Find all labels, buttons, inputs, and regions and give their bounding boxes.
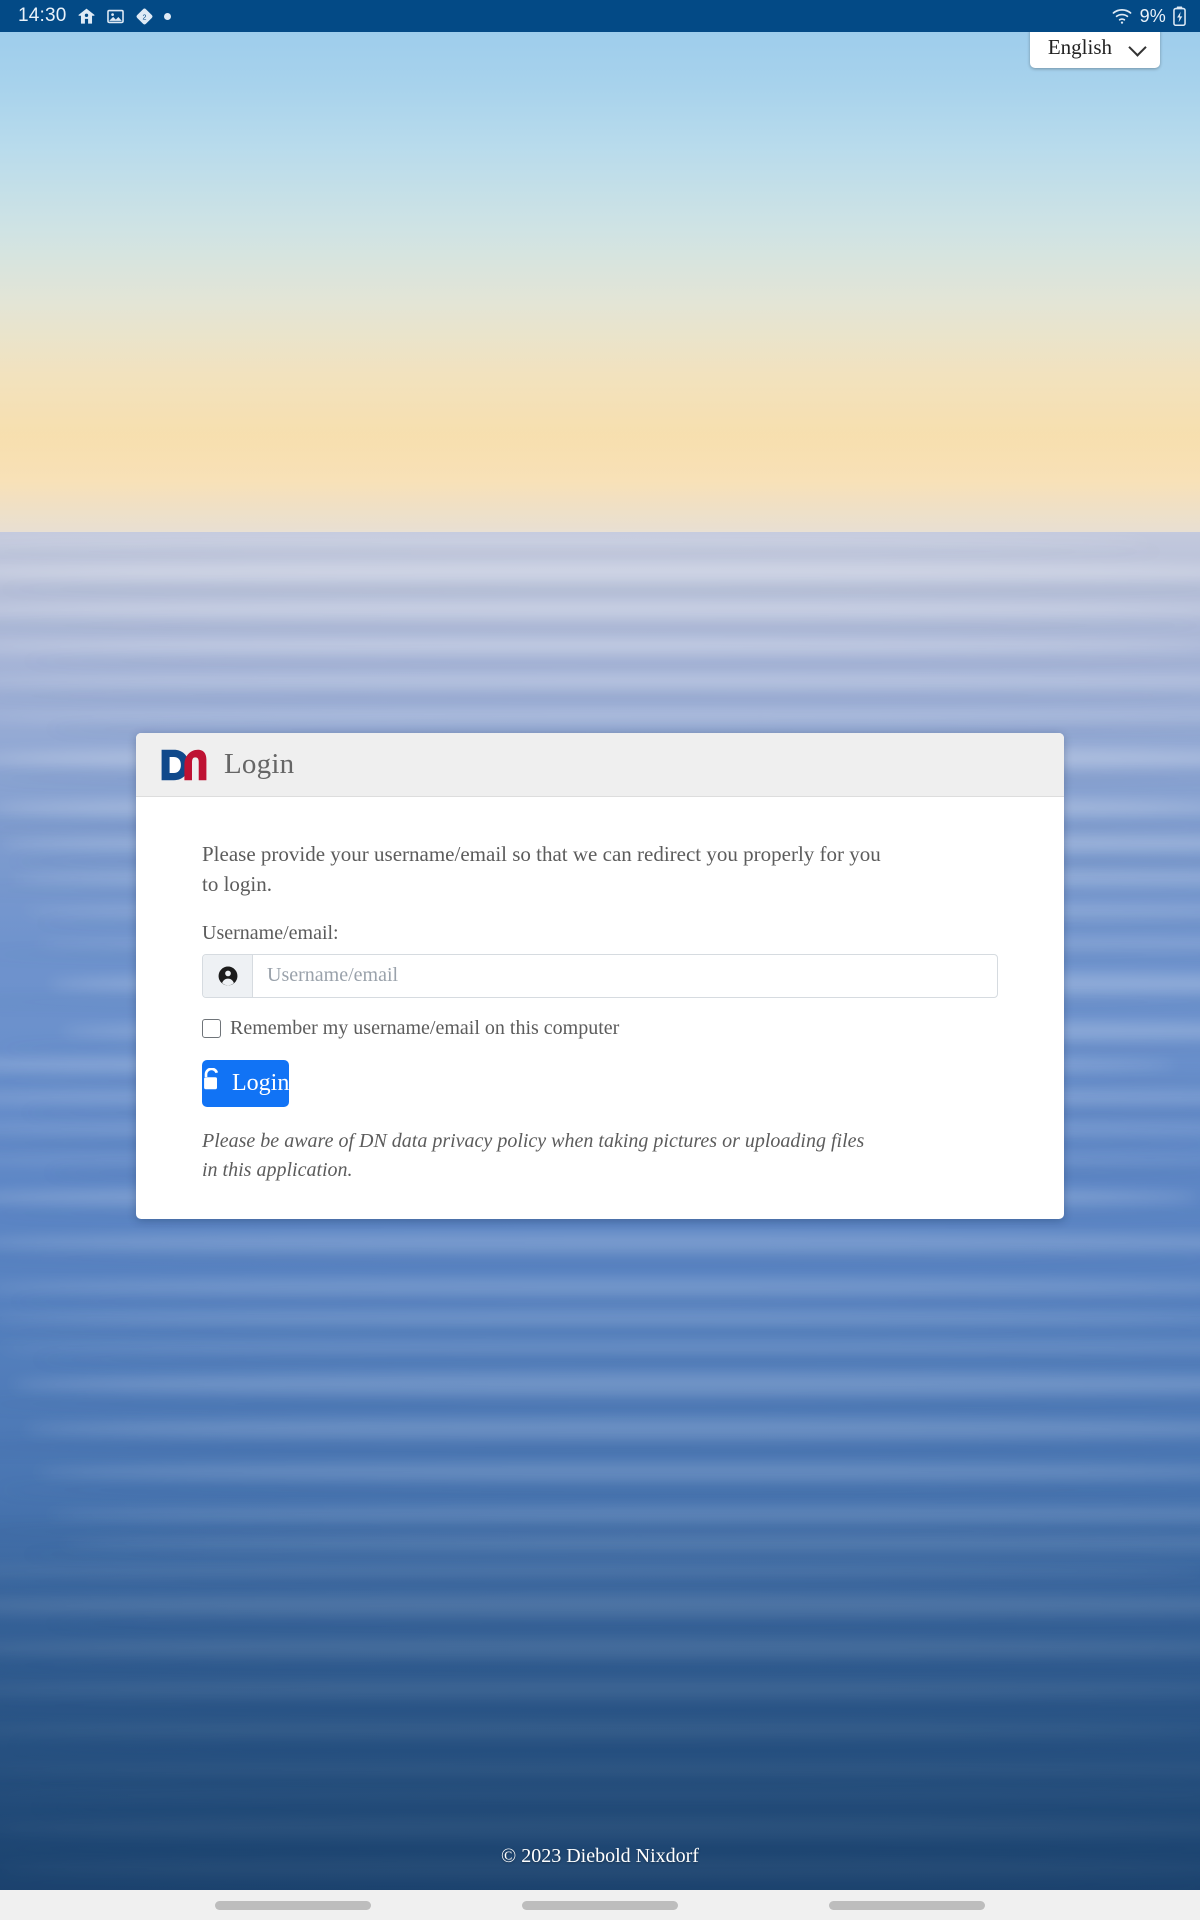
nav-pill-center[interactable] — [521, 1900, 678, 1910]
battery-charging-icon — [1173, 6, 1186, 26]
cloud-band-shadow — [0, 622, 1200, 629]
status-bar: 14:30 2 9% — [0, 0, 1200, 32]
page-title: Login — [224, 748, 295, 780]
cloud-band — [0, 1279, 1200, 1296]
status-clock: 14:30 — [18, 5, 67, 26]
language-selector[interactable]: English — [1029, 26, 1160, 68]
cloud-band — [0, 600, 1200, 620]
dn-logo-icon — [161, 749, 207, 780]
dot-indicator-icon — [163, 12, 171, 20]
unlock-icon — [202, 1067, 221, 1098]
remember-me-checkbox[interactable] — [202, 1018, 221, 1038]
cloud-band — [0, 638, 1200, 655]
family-link-icon — [77, 7, 96, 26]
remember-me-label[interactable]: Remember my username/email on this compu… — [230, 1017, 619, 1040]
cloud-band-shadow — [0, 586, 1200, 592]
cloud-band — [0, 1311, 1200, 1325]
username-input-group[interactable] — [202, 953, 998, 998]
wifi-icon — [1111, 7, 1133, 25]
cloud-band — [0, 675, 1200, 689]
badge-icon: 2 — [135, 7, 154, 26]
battery-percent: 9% — [1139, 5, 1166, 26]
cloud-band-shadow — [0, 1399, 1200, 1409]
cloud-band-shadow — [0, 1255, 1200, 1261]
cloud-band-shadow — [0, 1327, 1200, 1335]
user-account-icon — [203, 954, 253, 997]
login-card-header: Login — [136, 733, 1064, 797]
username-field-label: Username/email: — [202, 921, 339, 944]
login-card: Login Please provide your username/email… — [136, 733, 1064, 1219]
intro-text: Please provide your username/email so th… — [202, 842, 881, 897]
cloud-band-shadow — [0, 1442, 1200, 1453]
nav-pill-left[interactable] — [215, 1900, 372, 1910]
cloud-band — [0, 561, 1200, 584]
login-button-label: Login — [232, 1069, 290, 1096]
login-card-body: Please provide your username/email so th… — [136, 797, 1064, 1219]
privacy-note: Please be aware of DN data privacy polic… — [202, 1129, 865, 1181]
username-input[interactable] — [253, 954, 997, 997]
cloud-band — [0, 711, 1200, 722]
cloud-band-shadow — [0, 691, 1200, 700]
image-icon — [106, 7, 125, 26]
remember-me-row[interactable]: Remember my username/email on this compu… — [202, 1017, 998, 1040]
chevron-down-icon — [1130, 39, 1146, 55]
android-nav-bar — [0, 1890, 1200, 1920]
status-bar-right: 9% — [1111, 6, 1186, 27]
login-button[interactable]: Login — [202, 1059, 290, 1107]
screen-root: 14:30 2 9% English Login Please provide … — [0, 0, 1200, 1920]
cloud-band — [0, 1233, 1200, 1253]
svg-text:2: 2 — [142, 13, 146, 21]
status-bar-left: 14:30 2 — [18, 5, 171, 27]
nav-pill-right[interactable] — [828, 1900, 985, 1910]
footer-copyright: © 2023 Diebold Nixdorf — [501, 1845, 699, 1867]
language-selector-label: English — [1047, 34, 1112, 59]
